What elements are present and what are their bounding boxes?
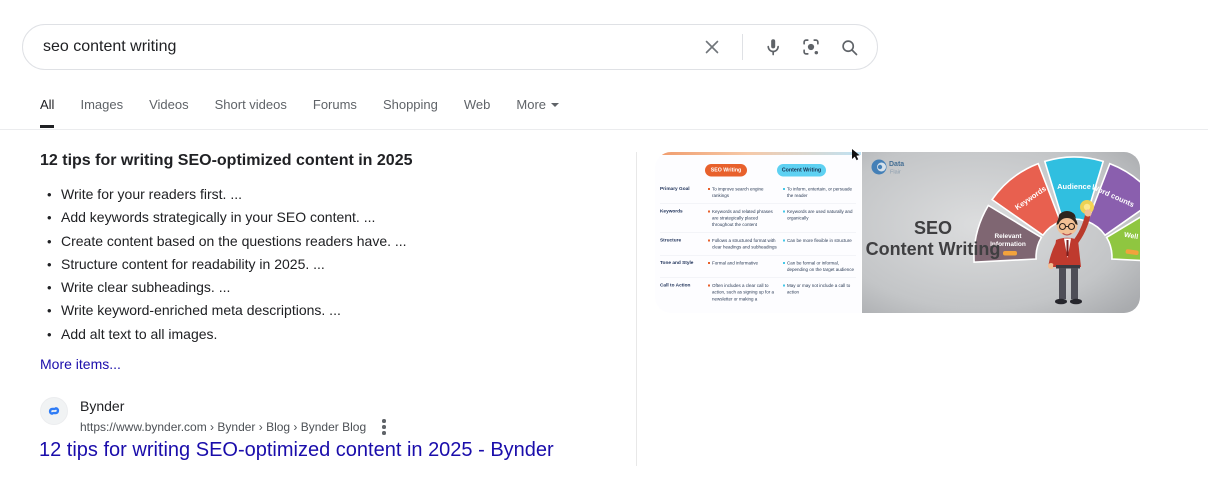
svg-text:Content Writing: Content Writing bbox=[866, 239, 1001, 259]
tab-forums[interactable]: Forums bbox=[313, 97, 357, 125]
clear-search-button[interactable] bbox=[698, 33, 726, 61]
voice-search-button[interactable] bbox=[759, 33, 787, 61]
tab-more[interactable]: More bbox=[516, 97, 559, 125]
search-input[interactable]: seo content writing bbox=[43, 38, 698, 56]
more-options-icon[interactable] bbox=[378, 416, 390, 438]
snippet-list-item: Write for your readers first. ... bbox=[40, 183, 600, 206]
snippet-heading: 12 tips for writing SEO-optimized conten… bbox=[40, 152, 413, 170]
search-bar-divider bbox=[742, 34, 743, 60]
result-title-link[interactable]: 12 tips for writing SEO-optimized conten… bbox=[39, 439, 554, 462]
snippet-list-item: Add keywords strategically in your SEO c… bbox=[40, 206, 600, 229]
table-row: Call to Action Often includes a clear ca… bbox=[660, 278, 856, 307]
snippet-list-item: Write keyword-enriched meta descriptions… bbox=[40, 299, 600, 322]
snippet-list-item: Structure content for readability in 202… bbox=[40, 253, 600, 276]
pill-seo-writing: SEO Writing bbox=[705, 164, 747, 177]
tab-shopping[interactable]: Shopping bbox=[383, 97, 438, 125]
search-icon bbox=[839, 37, 860, 58]
tab-more-label: More bbox=[516, 97, 546, 112]
chevron-down-icon bbox=[551, 103, 559, 107]
table-row: Tone and Style Formal and informative Ca… bbox=[660, 256, 856, 279]
svg-text:SEO: SEO bbox=[914, 218, 952, 238]
breadcrumb: https://www.bynder.com › Bynder › Blog ›… bbox=[80, 418, 366, 436]
google-lens-icon bbox=[800, 36, 822, 58]
mouse-cursor bbox=[852, 149, 861, 161]
results-tabs: All Images Videos Short videos Forums Sh… bbox=[40, 97, 559, 128]
thumbnail-seo-illustration[interactable]: Keywords Audience Word counts Relevant I… bbox=[862, 152, 1140, 313]
svg-text:Audience: Audience bbox=[1057, 182, 1091, 191]
tab-all[interactable]: All bbox=[40, 97, 54, 128]
lens-search-button[interactable] bbox=[797, 33, 825, 61]
thumbnail-comparison-table[interactable]: SEO Writing Content Writing Primary Goal… bbox=[655, 152, 861, 313]
column-divider bbox=[636, 152, 637, 466]
header-divider bbox=[0, 129, 1208, 130]
tab-videos[interactable]: Videos bbox=[149, 97, 189, 125]
tab-short-videos[interactable]: Short videos bbox=[215, 97, 287, 125]
close-icon bbox=[703, 38, 721, 56]
table-row: Structure Follows a structured format wi… bbox=[660, 233, 856, 256]
comparison-table: SEO Writing Content Writing Primary Goal… bbox=[655, 152, 861, 313]
snippet-list: Write for your readers first. ... Add ke… bbox=[40, 183, 600, 346]
snippet-thumbnails: SEO Writing Content Writing Primary Goal… bbox=[655, 152, 1140, 313]
microphone-icon bbox=[762, 36, 784, 58]
table-row: Keywords Keywords and related phrases ar… bbox=[660, 204, 856, 233]
result-source[interactable]: Bynder https://www.bynder.com › Bynder ›… bbox=[40, 397, 390, 438]
more-items-link[interactable]: More items... bbox=[40, 356, 121, 372]
tab-web[interactable]: Web bbox=[464, 97, 491, 125]
seo-illustration: Keywords Audience Word counts Relevant I… bbox=[862, 152, 1140, 313]
svg-text:Data: Data bbox=[889, 161, 904, 168]
search-bar[interactable]: seo content writing bbox=[22, 24, 878, 70]
tab-images[interactable]: Images bbox=[80, 97, 123, 125]
snippet-list-item: Add alt text to all images. bbox=[40, 323, 600, 346]
google-search-results-page: seo content writing bbox=[0, 0, 1208, 481]
bynder-favicon bbox=[40, 397, 68, 425]
pill-content-writing: Content Writing bbox=[777, 164, 826, 177]
bynder-logo-icon bbox=[45, 402, 63, 420]
search-submit-button[interactable] bbox=[835, 33, 863, 61]
table-row: Primary Goal To improve search engine ra… bbox=[660, 182, 856, 205]
snippet-list-item: Write clear subheadings. ... bbox=[40, 276, 600, 299]
svg-text:Flair: Flair bbox=[890, 170, 901, 176]
snippet-list-item: Create content based on the questions re… bbox=[40, 230, 600, 253]
site-name: Bynder bbox=[80, 397, 390, 416]
